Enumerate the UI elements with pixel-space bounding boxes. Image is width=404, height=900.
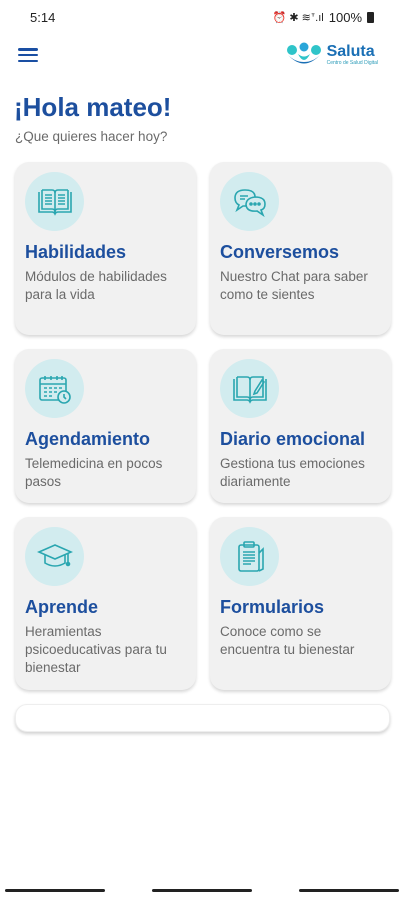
card-description: Conoce como se encuentra tu bienestar (220, 624, 355, 657)
card-aprende[interactable]: Aprende Heramientas psicoeducativas para… (15, 517, 196, 690)
card-description: Telemedicina en pocos pasos (25, 456, 163, 489)
card-description: Módulos de habilidades para la vida (25, 269, 167, 302)
nav-recents-handle[interactable] (299, 889, 399, 892)
card-title: Agendamiento (25, 429, 151, 449)
status-indicators: ⏰ ✱ ≋ᐪ.ıl (272, 11, 324, 24)
brand-logo: Saluta Centro de Salud Digital (285, 42, 378, 68)
card-title: Aprende (25, 597, 99, 617)
status-time: 5:14 (30, 9, 56, 25)
graduation-cap-icon (25, 527, 84, 586)
clipboard-icon (220, 527, 279, 586)
card-description: Heramientas psicoeducativas para tu bien… (25, 624, 167, 675)
feature-grid: Habilidades Módulos de habilidades para … (15, 162, 391, 690)
battery-percent: 100% (328, 9, 362, 25)
card-title: Diario emocional (220, 429, 366, 449)
card-description: Nuestro Chat para saber como te sientes (220, 269, 368, 302)
card-formularios[interactable]: Formularios Conoce como se encuentra tu … (210, 517, 391, 690)
chat-bubbles-icon (220, 172, 279, 231)
status-icons: ⏰ ✱ ≋ᐪ.ıl 100% (273, 10, 374, 25)
card-agendamiento[interactable]: Agendamiento Telemedicina en pocos pasos (15, 349, 196, 503)
card-conversemos[interactable]: Conversemos Nuestro Chat para saber como… (210, 162, 391, 335)
card-title: Habilidades (25, 242, 127, 262)
greeting-title: ¡Hola mateo! (14, 92, 172, 122)
battery-icon (367, 11, 374, 23)
open-book-icon (25, 172, 84, 231)
nav-home-handle[interactable] (152, 889, 252, 892)
status-bar: 5:14 ⏰ ✱ ≋ᐪ.ıl 100% (0, 0, 404, 34)
empty-card[interactable] (15, 704, 390, 732)
card-diario-emocional[interactable]: Diario emocional Gestiona tus emociones … (210, 349, 391, 503)
journal-pen-icon (220, 359, 279, 418)
card-title: Conversemos (220, 242, 340, 262)
hamburger-menu-icon[interactable] (18, 46, 38, 64)
app-bar: Saluta Centro de Salud Digital (0, 40, 404, 74)
brand-name: Saluta (326, 43, 375, 60)
calendar-clock-icon (25, 359, 84, 418)
brand-tagline: Centro de Salud Digital (326, 60, 378, 66)
saluta-logo-icon (286, 42, 321, 64)
greeting-subtitle: ¿Que quieres hacer hoy? (15, 129, 168, 144)
gesture-nav-bar (0, 886, 404, 900)
card-habilidades[interactable]: Habilidades Módulos de habilidades para … (15, 162, 196, 335)
card-description: Gestiona tus emociones diariamente (220, 456, 365, 489)
card-title: Formularios (220, 597, 325, 617)
nav-back-handle[interactable] (5, 889, 105, 892)
